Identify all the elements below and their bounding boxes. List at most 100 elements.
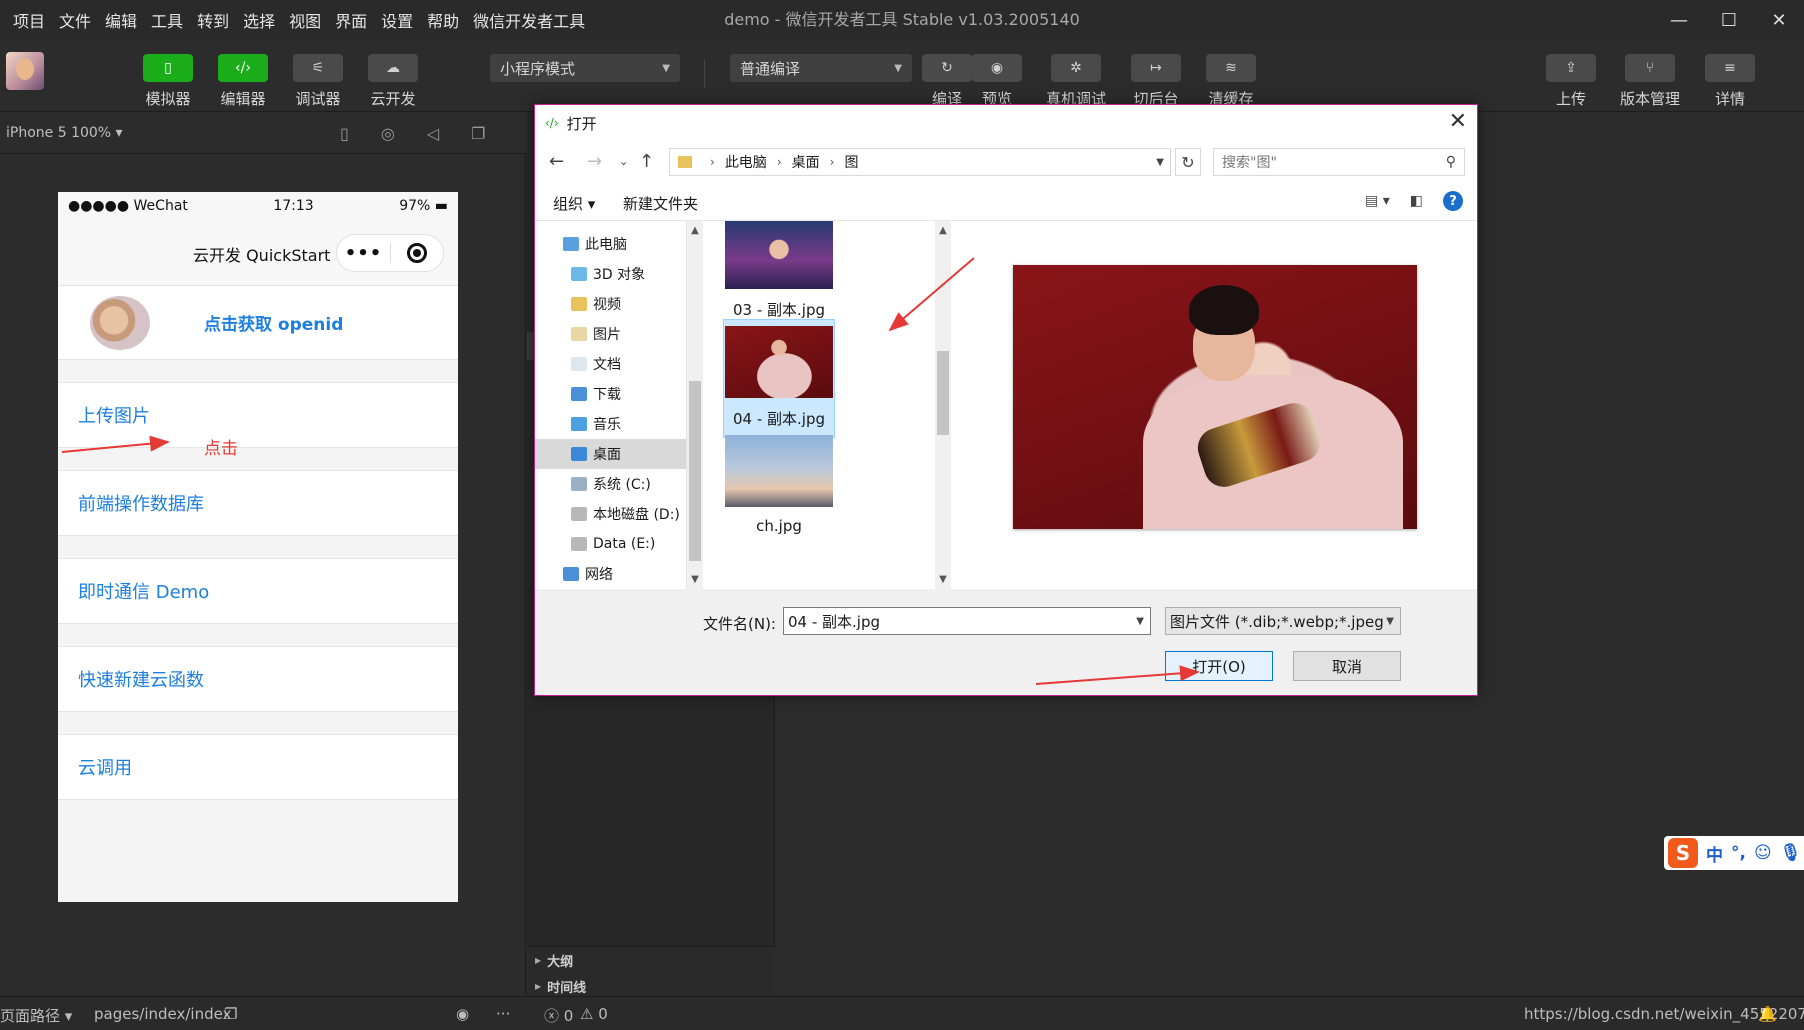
chevron-down-icon[interactable]: ▼ <box>1136 616 1144 627</box>
view-mode-icon[interactable]: ▤ ▾ <box>1365 193 1390 209</box>
get-openid-button[interactable]: 点击获取 openid <box>204 310 343 335</box>
simulator-button[interactable]: ▯ 模拟器 <box>142 54 194 109</box>
ime-lang[interactable]: 中 <box>1706 841 1723 866</box>
help-icon[interactable]: ? <box>1443 191 1463 211</box>
files-scrollbar[interactable]: ▲ ▼ <box>935 221 951 589</box>
close-icon[interactable]: ✕ <box>1449 109 1467 134</box>
menu-view[interactable]: 视图 <box>282 8 328 32</box>
compile-button[interactable]: ↻ 编译 <box>921 54 973 109</box>
menu-settings[interactable]: 设置 <box>374 8 420 32</box>
breadcrumb-item[interactable]: › 此电脑 <box>700 152 767 172</box>
open-button[interactable]: 打开(O) <box>1165 651 1273 681</box>
up-arrow-icon[interactable]: ↑ <box>639 151 654 172</box>
speaker-icon[interactable]: ◁ <box>427 124 439 143</box>
filename-input[interactable]: 04 - 副本.jpg ▼ <box>783 607 1151 635</box>
more-icon[interactable]: ··· <box>496 1005 510 1023</box>
breadcrumb[interactable]: › 此电脑 › 桌面 › 图 ▼ <box>669 148 1171 176</box>
background-button[interactable]: ↦ 切后台 <box>1130 54 1182 109</box>
tree-item-drive-d[interactable]: 本地磁盘 (D:) <box>535 499 686 529</box>
clear-cache-button[interactable]: ≋ 清缓存 <box>1205 54 1257 109</box>
tree-item-drive-e[interactable]: Data (E:) <box>535 529 686 559</box>
list-item-database[interactable]: 前端操作数据库 <box>58 470 458 536</box>
menu-help[interactable]: 帮助 <box>420 8 466 32</box>
scroll-down-icon[interactable]: ▼ <box>935 574 951 585</box>
tree-item-music[interactable]: 音乐 <box>535 409 686 439</box>
user-avatar[interactable] <box>6 52 44 90</box>
list-item-new-function[interactable]: 快速新建云函数 <box>58 646 458 712</box>
minimize-icon[interactable]: — <box>1654 0 1704 40</box>
chevron-down-icon[interactable]: ▼ <box>1386 615 1394 627</box>
tree-item-this-pc[interactable]: 此电脑 <box>535 229 686 259</box>
preview-pane-icon[interactable]: ◧ <box>1410 193 1423 209</box>
warning-count[interactable]: ⚠ 0 <box>580 1005 608 1023</box>
forward-arrow-icon[interactable]: → <box>587 151 602 172</box>
emoji-icon[interactable]: ☺ <box>1754 843 1772 863</box>
menu-devtools[interactable]: 微信开发者工具 <box>466 8 592 32</box>
tree-scrollbar[interactable]: ▲ ▼ <box>687 221 703 589</box>
breadcrumb-item[interactable]: › 图 <box>820 152 859 172</box>
tree-item-network[interactable]: 网络 <box>535 559 686 589</box>
sogou-logo-icon[interactable]: S <box>1668 838 1698 868</box>
version-button[interactable]: ⑂ 版本管理 <box>1620 54 1680 109</box>
menu-goto[interactable]: 转到 <box>190 8 236 32</box>
breadcrumb-item[interactable]: › 桌面 <box>767 152 820 172</box>
menu-tools[interactable]: 工具 <box>144 8 190 32</box>
scroll-up-icon[interactable]: ▲ <box>935 225 951 236</box>
close-window-icon[interactable]: ✕ <box>1754 0 1804 40</box>
editor-button[interactable]: ‹/› 编辑器 <box>217 54 269 109</box>
close-miniprogram-icon[interactable] <box>391 243 443 263</box>
menu-file[interactable]: 文件 <box>52 8 98 32</box>
record-icon[interactable]: ◎ <box>381 124 395 143</box>
debugger-button[interactable]: ⚟ 调试器 <box>292 54 344 109</box>
list-item-cloud-call[interactable]: 云调用 <box>58 734 458 800</box>
tree-item-videos[interactable]: 视频 <box>535 289 686 319</box>
copy-icon[interactable]: ❐ <box>224 1005 237 1023</box>
punctuation-icon[interactable]: °, <box>1731 843 1746 863</box>
file-item[interactable]: ch.jpg <box>723 429 835 543</box>
tree-item-desktop[interactable]: 桌面 <box>535 439 686 469</box>
refresh-icon[interactable]: ↻ <box>1175 148 1201 176</box>
file-item-selected[interactable]: 04 - 副本.jpg <box>723 319 835 438</box>
mode-select[interactable]: 小程序模式 ▼ <box>490 54 680 82</box>
more-dots-icon[interactable]: ••• <box>337 243 390 264</box>
window-icon[interactable]: ❐ <box>471 124 485 143</box>
chevron-down-icon[interactable]: ▼ <box>1156 157 1164 168</box>
device-select[interactable]: iPhone 5 100% ▾ <box>0 125 123 141</box>
list-item-upload[interactable]: 上传图片 <box>58 382 458 448</box>
filetype-select[interactable]: 图片文件 (*.dib;*.webp;*.jpeg ▼ <box>1165 607 1401 635</box>
microphone-icon[interactable]: 🎙 <box>1780 843 1802 863</box>
page-path-select[interactable]: 页面路径 ▾ <box>0 1005 72 1026</box>
outline-item[interactable]: ▶ 大纲 <box>527 947 775 973</box>
search-input[interactable]: 搜索"图" ⚲ <box>1213 148 1465 176</box>
back-arrow-icon[interactable]: ← <box>549 151 564 172</box>
organize-button[interactable]: 组织 ▾ <box>553 193 595 214</box>
cloud-button[interactable]: ☁ 云开发 <box>367 54 419 109</box>
tree-item-drive-c[interactable]: 系统 (C:) <box>535 469 686 499</box>
error-count[interactable]: ⓧ 0 <box>544 1005 573 1026</box>
file-item[interactable]: 03 - 副本.jpg <box>723 221 835 328</box>
compile-select[interactable]: 普通编译 ▼ <box>730 54 912 82</box>
new-folder-button[interactable]: 新建文件夹 <box>623 193 698 214</box>
recent-chevron-icon[interactable]: ⌄ <box>619 155 628 168</box>
bell-icon[interactable]: 🔔 <box>1758 1005 1777 1023</box>
scroll-thumb[interactable] <box>937 351 949 435</box>
details-button[interactable]: ≡ 详情 <box>1704 54 1756 109</box>
preview-button[interactable]: ◉ 预览 <box>971 54 1023 109</box>
phone-outline-icon[interactable]: ▯ <box>340 124 349 143</box>
upload-button[interactable]: ⇪ 上传 <box>1545 54 1597 109</box>
tree-item-downloads[interactable]: 下载 <box>535 379 686 409</box>
scroll-up-icon[interactable]: ▲ <box>687 225 703 236</box>
eye-icon[interactable]: ◉ <box>456 1005 469 1023</box>
cancel-button[interactable]: 取消 <box>1293 651 1401 681</box>
maximize-icon[interactable]: ☐ <box>1704 0 1754 40</box>
tree-item-3d[interactable]: 3D 对象 <box>535 259 686 289</box>
real-debug-button[interactable]: ✲ 真机调试 <box>1046 54 1106 109</box>
scroll-thumb[interactable] <box>689 381 701 561</box>
tree-item-pictures[interactable]: 图片 <box>535 319 686 349</box>
menu-edit[interactable]: 编辑 <box>98 8 144 32</box>
scroll-down-icon[interactable]: ▼ <box>687 574 703 585</box>
menu-interface[interactable]: 界面 <box>328 8 374 32</box>
menu-project[interactable]: 项目 <box>6 8 52 32</box>
tree-item-documents[interactable]: 文档 <box>535 349 686 379</box>
list-item-im-demo[interactable]: 即时通信 Demo <box>58 558 458 624</box>
